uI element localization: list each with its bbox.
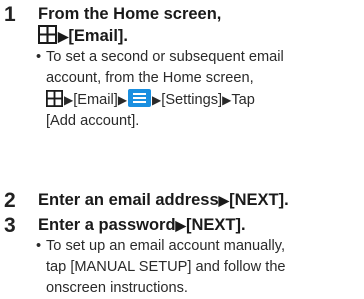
arrow-icon: ▶ bbox=[64, 93, 74, 107]
bullet-icon: • bbox=[36, 238, 42, 254]
email-label: [Email]. bbox=[68, 27, 129, 45]
note-line-1: To set a second or subsequent email bbox=[46, 49, 284, 65]
arrow-icon: ▶ bbox=[152, 93, 162, 107]
heading-line-2: ▶[Email]. bbox=[38, 25, 221, 48]
heading-line-1: From the Home screen, bbox=[38, 5, 222, 23]
bullet-icon: • bbox=[36, 49, 42, 65]
next-label: [NEXT]. bbox=[229, 191, 289, 209]
note-line-2: account, from the Home screen, bbox=[46, 70, 254, 86]
step-heading: From the Home screen, ▶[Email]. bbox=[38, 3, 221, 48]
arrow-icon: ▶ bbox=[222, 93, 232, 107]
step-note: • To set a second or subsequent email ac… bbox=[36, 47, 364, 132]
settings-label: [Settings] bbox=[161, 92, 223, 108]
heading-text: Enter an email address bbox=[38, 191, 219, 209]
arrow-icon: ▶ bbox=[117, 93, 128, 107]
note-line-1: To set up an email account manually, bbox=[46, 238, 286, 254]
step-number: 2 bbox=[4, 189, 16, 212]
step-heading: Enter a password▶[NEXT]. bbox=[38, 214, 246, 237]
arrow-icon: ▶ bbox=[58, 29, 69, 44]
tap-label: Tap bbox=[231, 92, 255, 108]
note-line-3: ▶[Email]▶ ▶[Settings]▶Tap bbox=[46, 89, 364, 111]
step-number: 1 bbox=[4, 3, 16, 26]
note-line-4: [Add account]. bbox=[46, 113, 140, 129]
email-label: [Email] bbox=[73, 92, 118, 108]
step-number: 3 bbox=[4, 214, 16, 237]
note-line-2: tap [MANUAL SETUP] and follow the bbox=[46, 259, 286, 275]
arrow-icon: ▶ bbox=[218, 193, 230, 208]
step-note: • To set up an email account manually, t… bbox=[36, 236, 364, 299]
menu-icon bbox=[128, 89, 152, 107]
arrow-icon: ▶ bbox=[175, 218, 186, 233]
apps-grid-icon bbox=[38, 25, 57, 44]
note-line-3: onscreen instructions. bbox=[46, 280, 188, 296]
heading-text: Enter a password bbox=[38, 216, 176, 234]
step-heading: Enter an email address▶[NEXT]. bbox=[38, 189, 289, 212]
apps-grid-icon bbox=[46, 90, 63, 107]
next-label: [NEXT]. bbox=[185, 216, 246, 234]
